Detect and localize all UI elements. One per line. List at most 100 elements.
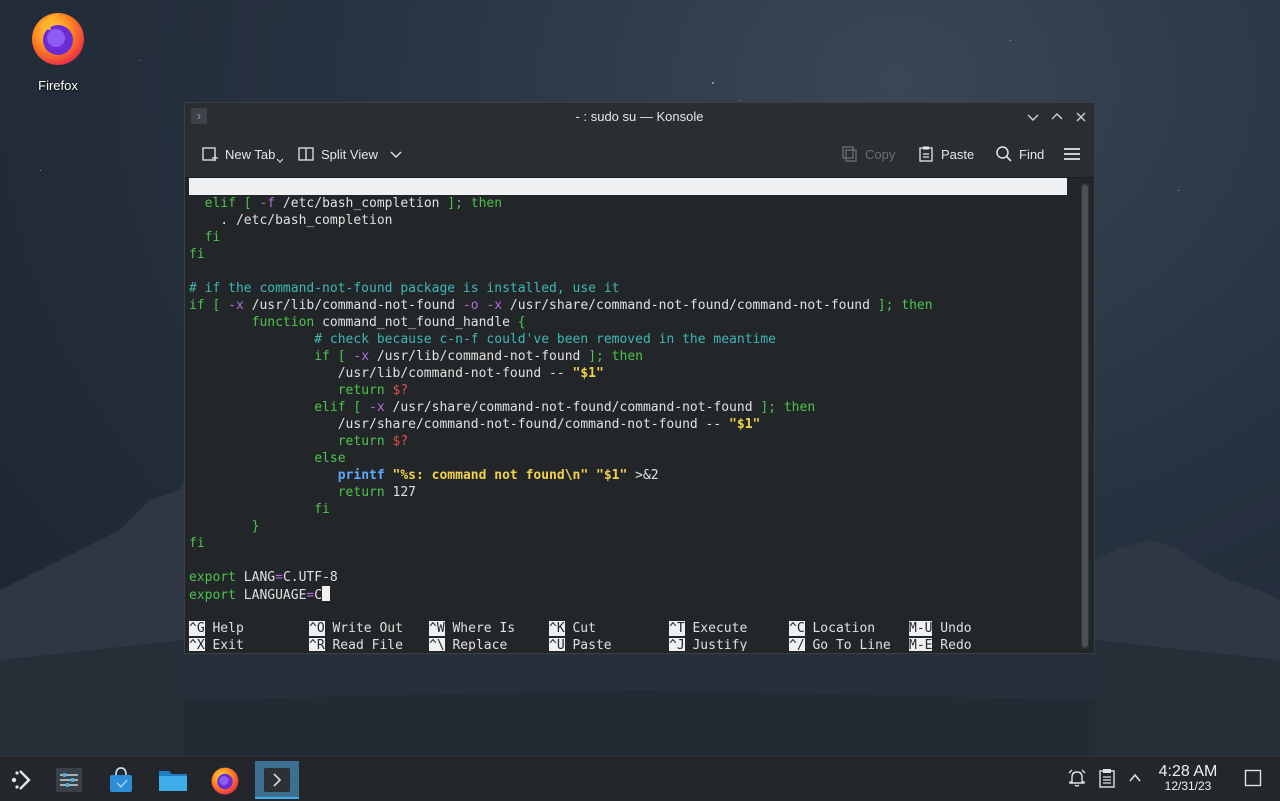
shortcut-label: Location [804,621,876,636]
close-button[interactable] [1071,107,1091,127]
nano-editor-buffer[interactable]: elif [ -f /etc/bash_completion ]; then .… [189,195,933,603]
nano-shortcut: ^U Paste [549,637,612,651]
shortcut-label: Cut [564,621,596,636]
code-line: # check because c-n-f could've been remo… [314,332,777,347]
konsole-window: › - : sudo su — Konsole New Tab Split Vi… [184,102,1095,654]
shortcut-key: ^C [789,621,805,636]
tray-notifications[interactable] [1066,767,1088,789]
show-desktop-icon [1244,769,1262,787]
tray-expand-button[interactable] [1124,767,1146,789]
shortcut-label: Redo [932,638,972,651]
terminal-area[interactable]: GNU nano 7.2 /etc/bash.bashrc * elif [ -… [189,178,1067,651]
shortcut-key: ^O [309,621,325,636]
paste-icon [919,146,933,162]
shortcut-label: Read File [324,638,403,651]
desktop-icon-firefox[interactable]: Firefox [22,8,94,93]
task-dolphin[interactable] [151,761,195,799]
close-icon [1076,112,1086,122]
firefox-icon [211,767,239,795]
shortcut-key: M-U [909,621,933,636]
code-line: return $? [337,383,409,398]
shortcut-label: Paste [564,638,612,651]
launcher-icon [11,770,31,790]
shortcut-key: ^G [189,621,205,636]
copy-label: Copy [865,146,896,162]
show-desktop-button[interactable] [1242,767,1264,789]
minimize-button[interactable] [1023,107,1043,127]
chevron-down-icon [1027,114,1039,121]
task-firefox[interactable] [203,761,247,799]
konsole-toolbar: New Tab Split View Copy Paste Find [185,131,1094,178]
terminal-icon [264,768,290,792]
shortcut-label: Help [204,621,244,636]
task-system-settings[interactable] [47,761,91,799]
application-launcher-button[interactable] [0,761,44,799]
copy-button[interactable]: Copy [841,143,895,165]
digital-clock[interactable]: 4:28 AM 12/31/23 [1150,763,1226,793]
shortcut-key: ^J [669,638,685,651]
window-titlebar[interactable]: › - : sudo su — Konsole [185,103,1094,131]
shortcut-key: ^R [309,638,325,651]
clipboard-icon [1099,769,1115,788]
split-view-button[interactable]: Split View [297,143,402,165]
paste-button[interactable]: Paste [917,143,974,165]
maximize-button[interactable] [1047,107,1067,127]
code-line: fi [189,247,205,262]
settings-sliders-icon [56,768,82,792]
code-line: printf "%s: command not found\n" "$1" >&… [337,468,659,483]
task-konsole[interactable] [255,761,299,799]
nano-shortcut: M-U Undo [909,620,972,637]
new-tab-icon [202,147,218,161]
shortcut-key: M-E [909,638,933,651]
code-line: # if the command-not-found package is in… [189,281,620,296]
folder-icon [159,771,187,791]
tray-clipboard[interactable] [1096,767,1118,789]
code-line: export LANGUAGE=C [189,586,933,603]
code-line: /usr/lib/command-not-found -- "$1" [189,366,604,381]
find-button[interactable]: Find [995,143,1044,165]
shortcut-label: Exit [204,638,244,651]
text-cursor [322,586,331,601]
code-line: fi [314,502,330,517]
dropdown-corner-icon [277,158,284,163]
find-label: Find [1019,146,1045,162]
shortcut-key: ^T [669,621,685,636]
code-line: /usr/share/command-not-found/command-not… [189,417,761,432]
shortcut-label: Write Out [324,621,403,636]
task-discover[interactable] [99,761,143,799]
nano-title-bar: GNU nano 7.2 /etc/bash.bashrc * [189,178,1067,228]
nano-shortcut: ^K Cut [549,620,596,637]
hamburger-menu-button[interactable] [1063,143,1081,165]
shortcut-key: ^/ [789,638,805,651]
shortcut-label: Undo [932,621,972,636]
shortcut-label: Justify [684,638,748,651]
code-line: else [314,451,346,466]
shortcut-key: ^\ [429,638,445,651]
code-line: if [ -x /usr/lib/command-not-found ]; th… [314,349,643,364]
new-tab-button[interactable]: New Tab [201,143,284,165]
code-line: elif [ -x /usr/share/command-not-found/c… [314,400,816,415]
chevron-down-icon [390,151,402,158]
nano-shortcut: ^J Justify [669,637,747,651]
nano-shortcut: ^X Exit [189,637,244,651]
shortcut-label: Execute [684,621,748,636]
new-tab-label: New Tab [225,146,276,162]
desktop-icon-label: Firefox [38,78,78,93]
code-line: export LANG=C.UTF-8 [189,570,338,585]
code-line: if [ -x /usr/lib/command-not-found -o -x… [189,298,933,313]
scrollbar-thumb[interactable] [1082,185,1088,647]
shortcut-label: Where Is [444,621,516,636]
chevron-up-icon [1051,113,1063,120]
nano-shortcut: ^/ Go To Line [789,637,891,651]
nano-shortcut: ^G Help [189,620,244,637]
paste-label: Paste [941,146,975,162]
window-title: - : sudo su — Konsole [575,109,704,124]
chevron-up-icon [1129,773,1141,782]
code-line: function command_not_found_handle { [251,315,526,330]
search-icon [996,146,1012,162]
nano-shortcut: ^T Execute [669,620,747,637]
nano-shortcut: ^C Location [789,620,875,637]
taskbar: 4:28 AM 12/31/23 [0,756,1280,801]
